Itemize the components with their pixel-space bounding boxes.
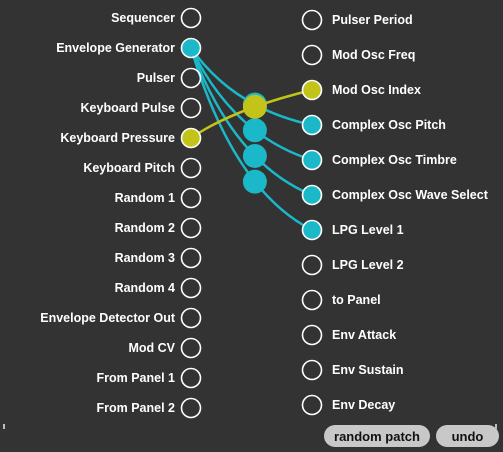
source-label: Sequencer [111, 11, 175, 25]
source-jack[interactable] [180, 247, 202, 269]
destination-label: LPG Level 2 [332, 258, 404, 272]
cable-drag-handle[interactable] [242, 143, 267, 168]
destination-label: Env Sustain [332, 363, 404, 377]
source-label: Keyboard Pitch [83, 161, 175, 175]
destination-label: Env Decay [332, 398, 396, 412]
source-label: Random 2 [114, 221, 175, 235]
destination-label: Mod Osc Index [332, 83, 421, 97]
destination-label: LPG Level 1 [332, 223, 404, 237]
destination-jack[interactable] [301, 184, 323, 206]
destination-jack[interactable] [301, 324, 323, 346]
source-jack[interactable] [180, 67, 202, 89]
cable-drag-handle[interactable] [242, 94, 267, 119]
source-jack[interactable] [180, 127, 202, 149]
source-jack[interactable] [180, 97, 202, 119]
destination-jack[interactable] [301, 254, 323, 276]
destination-label: Pulser Period [332, 13, 413, 27]
resize-corner-right [495, 424, 497, 429]
source-jack[interactable] [180, 7, 202, 29]
destination-label: Env Attack [332, 328, 397, 342]
patch-matrix: Sequencer Envelope Generator Pulser Keyboar… [0, 0, 503, 452]
destination-jack[interactable] [301, 44, 323, 66]
cable-drag-handle[interactable] [242, 169, 267, 194]
random-patch-button[interactable]: random patch [324, 425, 430, 447]
source-label: From Panel 1 [96, 371, 176, 385]
source-label: Mod CV [128, 341, 175, 355]
source-label: Random 3 [114, 251, 175, 265]
source-jack[interactable] [180, 397, 202, 419]
destination-jack[interactable] [301, 9, 323, 31]
source-label: From Panel 2 [96, 401, 176, 415]
undo-button[interactable]: undo [436, 425, 499, 447]
destination-jack[interactable] [301, 219, 323, 241]
destination-jack[interactable] [301, 289, 323, 311]
resize-corner-left [3, 424, 5, 429]
destination-label: Mod Osc Freq [332, 48, 416, 62]
source-jack[interactable] [180, 187, 202, 209]
source-label: Keyboard Pressure [60, 131, 175, 145]
source-jack[interactable] [180, 217, 202, 239]
source-label: Keyboard Pulse [80, 101, 175, 115]
destination-label: Complex Osc Pitch [332, 118, 446, 132]
source-label: Random 1 [114, 191, 175, 205]
source-jack[interactable] [180, 37, 202, 59]
source-jack[interactable] [180, 337, 202, 359]
source-label: Envelope Generator [56, 41, 175, 55]
destination-label: Complex Osc Wave Select [332, 188, 488, 202]
source-jack[interactable] [180, 157, 202, 179]
destination-jack[interactable] [301, 79, 323, 101]
source-jack[interactable] [180, 277, 202, 299]
destination-jack[interactable] [301, 394, 323, 416]
source-label: Random 4 [114, 281, 175, 295]
source-label: Envelope Detector Out [40, 311, 175, 325]
destination-jack[interactable] [301, 359, 323, 381]
cable-drag-handle[interactable] [242, 118, 267, 143]
destination-label: to Panel [332, 293, 381, 307]
destination-label: Complex Osc Timbre [332, 153, 457, 167]
source-jack[interactable] [180, 367, 202, 389]
destination-jack[interactable] [301, 114, 323, 136]
source-label: Pulser [136, 71, 175, 85]
destination-jack[interactable] [301, 149, 323, 171]
source-jack[interactable] [180, 307, 202, 329]
